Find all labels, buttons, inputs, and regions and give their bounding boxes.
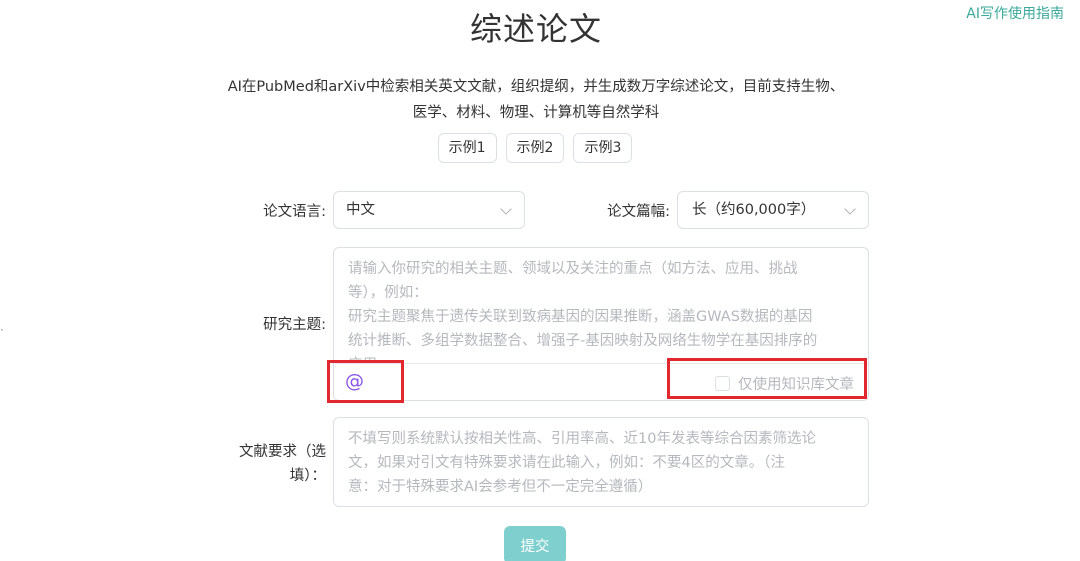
topic-placeholder-line: 统计推断、多组学数据整合、增强子-基因映射及网络生物学在基因排序的 [348, 333, 818, 349]
topic-placeholder-line: 应用。 [348, 353, 854, 362]
topic-placeholder-line: 研究主题聚焦于遗传关联到致病基因的因果推断，涵盖GWAS数据的基因 [348, 309, 813, 325]
topic-label: 研究主题: [263, 317, 326, 333]
language-selected-value: 中文 [346, 202, 375, 218]
page-title: 综述论文 [469, 10, 602, 48]
submit-button[interactable]: 提交 [504, 526, 566, 561]
literature-label-line-1: 文献要求（选 [239, 444, 326, 460]
literature-placeholder-line: 意：对于特殊要求AI会参考但不一定完全遵循） [348, 479, 653, 495]
length-selected-value: 长（约60,000字） [692, 202, 816, 218]
literature-label-line-2: 填）： [289, 468, 326, 484]
chevron-down-icon [844, 203, 856, 215]
description-line-1: AI在PubMed和arXiv中检索相关英文文献，组织提纲，并生成数万字综述论文… [227, 79, 845, 95]
topic-toolbar: @ 仅使用知识库文章 [334, 363, 868, 400]
at-mention-icon[interactable]: @ [345, 370, 364, 392]
literature-label: 文献要求（选 填）： [212, 440, 326, 488]
example-2-button[interactable]: 示例2 [505, 133, 565, 163]
kb-only-checkbox-control[interactable]: 仅使用知识库文章 [715, 373, 854, 394]
topic-input-box: 请输入你研究的相关主题、领域以及关注的重点（如方法、应用、挑战 等），例如： 研… [333, 247, 869, 401]
description-line-2: 医学、材料、物理、计算机等自然学科 [412, 105, 660, 121]
topic-placeholder-line: 等），例如： [348, 285, 428, 301]
literature-placeholder-line: 文，如果对引文有特殊要求请在此输入，例如：不要4区的文章。（注 [348, 455, 785, 471]
example-buttons: 示例1 示例2 示例3 [0, 133, 1070, 163]
kb-only-label: 仅使用知识库文章 [738, 377, 854, 393]
language-label: 论文语言: [263, 204, 326, 220]
edge-mark: · [0, 323, 4, 337]
literature-textarea[interactable]: 不填写则系统默认按相关性高、引用率高、近10年发表等综合因素筛选论 文，如果对引… [333, 417, 869, 507]
length-label: 论文篇幅: [607, 204, 670, 220]
review-paper-page: AI写作使用指南 综述论文 AI在PubMed和arXiv中检索相关英文文献，组… [0, 0, 1080, 561]
topic-placeholder-line: 请输入你研究的相关主题、领域以及关注的重点（如方法、应用、挑战 [348, 261, 798, 277]
example-1-button[interactable]: 示例1 [437, 133, 497, 163]
page-description: AI在PubMed和arXiv中检索相关英文文献，组织提纲，并生成数万字综述论文… [180, 74, 892, 126]
kb-only-checkbox[interactable] [715, 376, 730, 391]
language-select[interactable]: 中文 [333, 191, 525, 229]
length-select[interactable]: 长（约60,000字） [677, 191, 869, 229]
literature-placeholder-line: 不填写则系统默认按相关性高、引用率高、近10年发表等综合因素筛选论 [348, 431, 816, 447]
example-3-button[interactable]: 示例3 [573, 133, 633, 163]
chevron-down-icon [500, 203, 512, 215]
topic-textarea[interactable]: 请输入你研究的相关主题、领域以及关注的重点（如方法、应用、挑战 等），例如： 研… [334, 248, 868, 362]
